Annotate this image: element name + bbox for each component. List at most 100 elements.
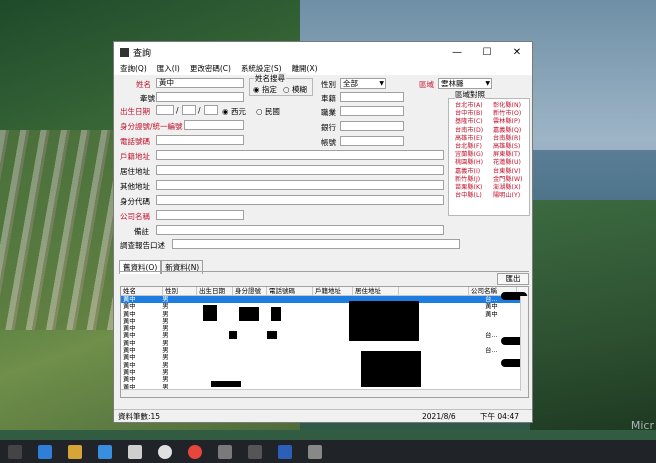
other-addr-input[interactable] xyxy=(156,180,444,190)
table-row[interactable]: 黃中 男 xyxy=(121,362,528,369)
car-input[interactable] xyxy=(340,92,404,102)
minimize-button[interactable]: — xyxy=(442,42,472,62)
note-input[interactable] xyxy=(156,225,444,235)
related-input[interactable] xyxy=(156,92,244,102)
region-ref-item: 陽明山(Y) xyxy=(493,192,521,200)
watermark: Micr xyxy=(630,419,654,432)
radio-exact-label: 指定 xyxy=(261,85,277,94)
table-row[interactable]: 黃中 男 xyxy=(121,318,528,325)
tab-divider xyxy=(119,271,529,272)
table-cell: 男 xyxy=(162,332,169,340)
radio-roc[interactable]: ○ 民國 xyxy=(256,106,280,117)
birth-month-input[interactable] xyxy=(182,105,196,115)
menu-import[interactable]: 匯入(I) xyxy=(157,63,180,74)
table-row[interactable]: 黃中男黃中 xyxy=(121,303,528,310)
birth-year-input[interactable] xyxy=(156,105,174,115)
column-header[interactable]: 戶籍地址 xyxy=(313,287,353,295)
gender-select[interactable]: 全部 ▼ xyxy=(340,78,386,89)
household-input[interactable] xyxy=(156,150,444,160)
query-app-icon[interactable] xyxy=(248,444,262,459)
job-label: 職業 xyxy=(321,108,336,117)
word-icon[interactable] xyxy=(278,444,292,459)
vertical-scrollbar[interactable] xyxy=(520,296,528,391)
bank-input[interactable] xyxy=(340,121,404,131)
app-icon[interactable] xyxy=(218,444,232,459)
table-row[interactable]: 黃中男台... xyxy=(121,332,528,339)
table-cell xyxy=(192,340,483,347)
menu-exit[interactable]: 離開(X) xyxy=(292,63,318,74)
region-ref-item: 雲林縣(P) xyxy=(493,118,521,126)
table-cell: 黃中 xyxy=(123,325,136,333)
chrome-icon[interactable] xyxy=(188,444,202,459)
region-label: 區域 xyxy=(419,80,434,89)
table-row[interactable]: 黃中 男 xyxy=(121,340,528,347)
radio-exact[interactable]: ◉ 指定 xyxy=(253,84,277,95)
region-value: 雲林縣 xyxy=(441,79,464,88)
column-header[interactable]: 居住地址 xyxy=(353,287,399,295)
residence-input[interactable] xyxy=(156,165,444,175)
close-button[interactable]: ✕ xyxy=(502,42,532,62)
table-cell: 男 xyxy=(162,368,169,376)
region-ref-item: 新竹縣(J) xyxy=(455,175,481,183)
horizontal-scrollbar[interactable] xyxy=(121,389,528,397)
edge-icon[interactable] xyxy=(38,444,52,459)
region-ref-item: 彰化縣(N) xyxy=(493,102,522,109)
table-cell: 黃中 xyxy=(123,310,136,318)
menu-query[interactable]: 查詢(Q) xyxy=(120,63,147,74)
company-input[interactable] xyxy=(156,210,244,220)
mail-icon[interactable] xyxy=(98,444,112,459)
app-icon[interactable] xyxy=(158,444,172,459)
status-date: 2021/8/6 xyxy=(422,411,456,421)
region-select[interactable]: 雲林縣 ▼ xyxy=(438,78,492,89)
column-header[interactable]: 電話號碼 xyxy=(267,287,313,295)
radio-fuzzy[interactable]: ○ 模糊 xyxy=(283,84,307,95)
folder-icon[interactable] xyxy=(68,444,82,459)
menu-change-password[interactable]: 更改密碼(C) xyxy=(190,63,231,74)
account-input[interactable] xyxy=(340,136,404,146)
table-cell: 黃中 xyxy=(123,361,136,369)
table-cell xyxy=(192,354,483,361)
table-row[interactable]: 黃中 男 xyxy=(121,354,528,361)
query-window: 查詢 — ☐ ✕ 查詢(Q) 匯入(I) 更改密碼(C) 系統設定(S) 離開(… xyxy=(113,41,533,423)
other-addr-label: 其他地址 xyxy=(120,182,150,191)
column-header[interactable]: 出生日期 xyxy=(197,287,233,295)
report-label: 調查報告口述 xyxy=(120,241,165,250)
status-time: 下午 04:47 xyxy=(480,411,519,421)
name-label: 姓名 xyxy=(136,80,151,89)
birth-day-input[interactable] xyxy=(204,105,218,115)
app-icon[interactable] xyxy=(308,444,322,459)
maximize-button[interactable]: ☐ xyxy=(472,42,502,62)
table-cell: 男 xyxy=(162,303,169,311)
export-button[interactable]: 匯出 xyxy=(497,273,529,285)
start-icon[interactable] xyxy=(8,444,22,459)
residence-label: 居住地址 xyxy=(120,167,150,176)
redaction-block xyxy=(349,301,419,341)
app-icon xyxy=(120,47,129,57)
table-row[interactable]: 黃中男台... xyxy=(121,347,528,354)
bank-label: 銀行 xyxy=(321,123,336,132)
column-header[interactable]: 性別 xyxy=(163,287,197,295)
radio-ad[interactable]: ◉ 西元 xyxy=(222,106,246,117)
name-input[interactable]: 黃中 xyxy=(156,78,244,88)
account-label: 帳號 xyxy=(321,138,336,147)
table-row[interactable]: 黃中男台... xyxy=(121,296,528,304)
background-cliff xyxy=(530,200,656,430)
column-header[interactable]: 姓名 xyxy=(121,287,163,295)
column-header[interactable] xyxy=(399,287,469,295)
column-header[interactable]: 身分證號 xyxy=(233,287,267,295)
results-table: 姓名 性別 出生日期 身分證號 電話號碼 戶籍地址 居住地址 公司名稱 黃中男台... 黃中男黃… xyxy=(120,286,529,398)
job-input[interactable] xyxy=(340,106,404,116)
table-row[interactable]: 黃中 男 xyxy=(121,325,528,332)
id-input[interactable] xyxy=(184,120,244,130)
region-ref-col1: 台北市(A) 台中市(B) 基隆市(C) 台南市(D) 高雄市(E) 台北縣(F) 宜蘭縣(… xyxy=(455,102,483,200)
report-input[interactable] xyxy=(172,239,460,249)
table-row[interactable]: 黃中男黃中 xyxy=(121,311,528,318)
table-row[interactable]: 黃中 男 xyxy=(121,376,528,383)
dropbox-icon[interactable] xyxy=(128,444,142,459)
table-cell xyxy=(192,347,483,354)
table-row[interactable]: 黃中 男 xyxy=(121,369,528,376)
id-code-input[interactable] xyxy=(156,195,444,205)
region-ref-item: 金門縣(W) xyxy=(493,175,523,183)
date-sep-2: / xyxy=(198,106,201,115)
phone-input[interactable] xyxy=(156,135,244,145)
